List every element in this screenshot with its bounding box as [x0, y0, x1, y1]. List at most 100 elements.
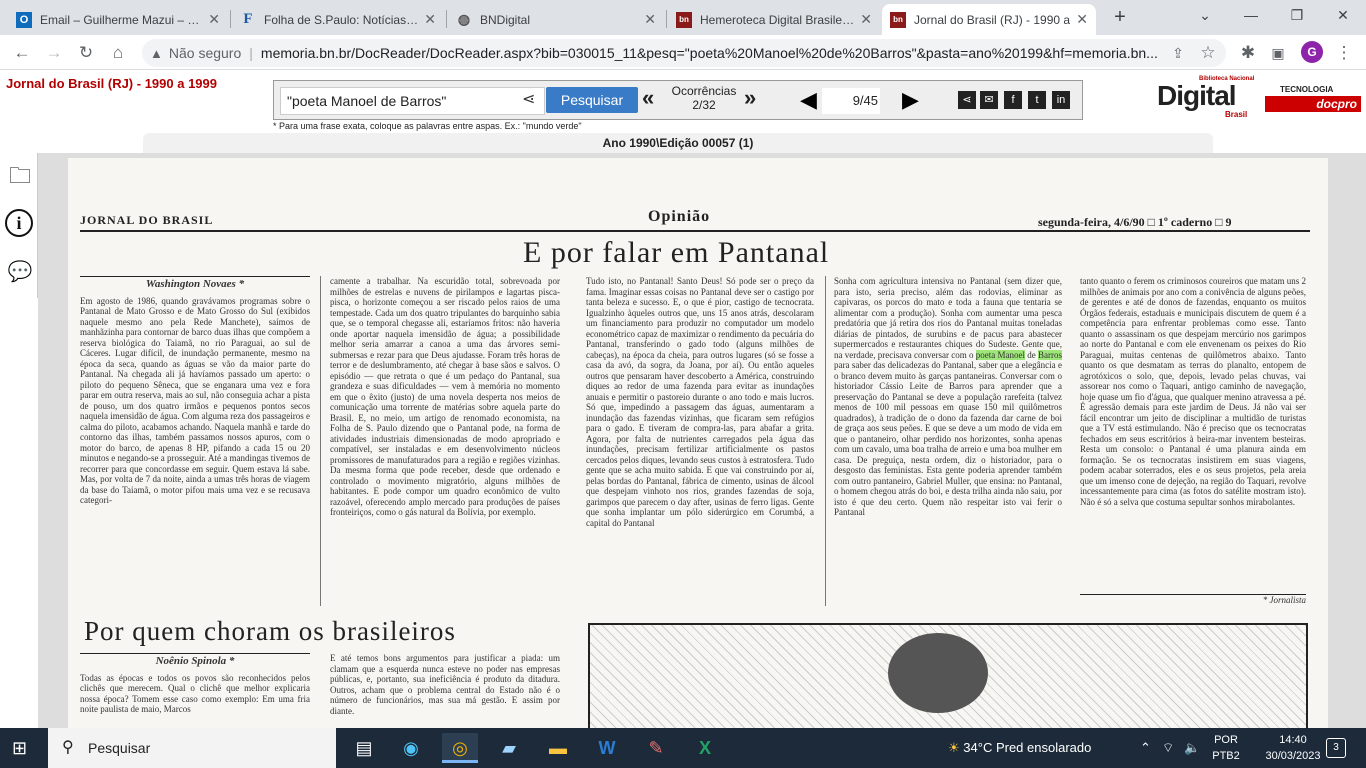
- tab-title: Email – Guilherme Mazui – Ou: [40, 12, 203, 27]
- twitter-icon[interactable]: t: [1028, 91, 1046, 109]
- next-occurrence-icon[interactable]: »: [744, 85, 756, 111]
- search-highlight[interactable]: poeta Manoel: [975, 349, 1025, 360]
- clock-date: 30/03/2023: [1265, 750, 1321, 762]
- section-title: Opinião: [648, 208, 711, 225]
- windows-taskbar: ⊞ ⚲ Pesquisar ▤ ◉ ◎ ▰ ▬ W ✎ X ☀ 34°C Pre…: [0, 728, 1366, 768]
- column-text: Tudo isto, no Pantanal! Santo Deus! Só p…: [586, 276, 814, 528]
- tab-hemeroteca[interactable]: bn Hemeroteca Digital Brasileira ✕: [668, 4, 880, 35]
- logo-small: Biblioteca Nacional: [1199, 76, 1255, 82]
- page-date: segunda-feira, 4/6/90 □ 1º caderno □ 9: [1038, 215, 1232, 229]
- close-icon[interactable]: ✕: [644, 11, 656, 28]
- close-window-button[interactable]: ✕: [1320, 0, 1366, 30]
- bn-icon: bn: [890, 11, 906, 28]
- author: Noênio Spinola *: [80, 653, 310, 667]
- browser-tab-bar: O Email – Guilherme Mazui – Ou ✕ F Folha…: [0, 0, 1366, 35]
- tab-bndigital[interactable]: ◍ BNDigital ✕: [448, 4, 664, 35]
- bookmark-star-icon[interactable]: ☆: [1194, 39, 1222, 67]
- newspaper-page: JORNAL DO BRASIL Opinião segunda-feira, …: [68, 158, 1328, 728]
- volume-icon[interactable]: 🔈: [1184, 728, 1200, 768]
- paint-icon[interactable]: ✎: [638, 733, 674, 763]
- minimize-button[interactable]: —: [1228, 0, 1274, 30]
- notes-icon[interactable]: ▰: [491, 733, 527, 763]
- tech-label: TECNOLOGIA: [1280, 85, 1334, 94]
- occurrences-counter: Ocorrências 2/32: [669, 84, 739, 112]
- share-icon[interactable]: ⋖: [958, 91, 976, 109]
- close-icon[interactable]: ✕: [1076, 11, 1088, 28]
- notification-badge[interactable]: 3: [1326, 738, 1346, 758]
- back-button[interactable]: ←: [8, 39, 36, 67]
- reload-button[interactable]: ↻: [72, 39, 100, 67]
- next-page-icon[interactable]: ▶: [902, 87, 919, 113]
- address-bar[interactable]: ▲ Não seguro | memoria.bn.br/DocReader/D…: [142, 39, 1226, 67]
- reader-header: Jornal do Brasil (RJ) - 1990 a 1999 "poe…: [0, 70, 1366, 134]
- facebook-icon[interactable]: f: [1004, 91, 1022, 109]
- tab-jornal-do-brasil[interactable]: bn Jornal do Brasil (RJ) - 1990 a ✕: [882, 4, 1096, 35]
- system-clock[interactable]: 14:40 30/03/2023: [1258, 732, 1328, 764]
- language-indicator[interactable]: POR PTB2: [1206, 732, 1246, 764]
- share-icon[interactable]: ⋖: [522, 89, 535, 109]
- search-highlight[interactable]: Barros: [1038, 349, 1062, 360]
- tray-chevron-icon[interactable]: ⌃: [1140, 728, 1151, 768]
- headline: E por falar em Pantanal: [523, 236, 830, 269]
- article-column: Washington Novaes * Em agosto de 1986, q…: [80, 276, 310, 606]
- page-input[interactable]: 9: [853, 93, 860, 108]
- docpro-logo[interactable]: docpro: [1265, 96, 1361, 112]
- tab-email[interactable]: O Email – Guilherme Mazui – Ou ✕: [8, 4, 228, 35]
- linkedin-icon[interactable]: in: [1052, 91, 1070, 109]
- tab-folha[interactable]: F Folha de S.Paulo: Notícias, Im ✕: [232, 4, 444, 35]
- excel-icon[interactable]: X: [687, 733, 723, 763]
- column-text: camente a trabalhar. Na escuridão total,…: [330, 276, 560, 517]
- prev-occurrence-icon[interactable]: «: [642, 85, 654, 111]
- weather-widget[interactable]: ☀ 34°C Pred ensolarado: [948, 728, 1091, 768]
- task-view-icon[interactable]: ▤: [346, 733, 382, 763]
- tab-title: Folha de S.Paulo: Notícias, Im: [264, 12, 419, 27]
- column-text: Em agosto de 1986, quando gravávamos pro…: [80, 295, 310, 506]
- search-input[interactable]: "poeta Manoel de Barros": [280, 87, 545, 115]
- close-icon[interactable]: ✕: [424, 11, 436, 28]
- maximize-button[interactable]: ❐: [1274, 0, 1320, 30]
- masthead: JORNAL DO BRASIL: [80, 213, 214, 227]
- page-indicator[interactable]: 9/45: [822, 88, 880, 114]
- url-text: memoria.bn.br/DocReader/DocReader.aspx?b…: [260, 45, 1158, 61]
- info-icon[interactable]: i: [5, 209, 33, 237]
- share-icon[interactable]: ⇪: [1164, 39, 1192, 67]
- clock-time: 14:40: [1279, 734, 1307, 746]
- column-text: * Jornalista: [1262, 595, 1306, 605]
- weather-icon: ☀: [948, 740, 960, 755]
- warning-icon[interactable]: ▲: [150, 46, 163, 61]
- journal-title: Jornal do Brasil (RJ) - 1990 a 1999: [6, 76, 217, 91]
- outlook-icon: O: [16, 11, 32, 28]
- windows-start-icon[interactable]: ⊞: [12, 738, 27, 759]
- taskbar-search[interactable]: ⚲ Pesquisar: [48, 728, 336, 768]
- chrome-icon[interactable]: ◎: [442, 733, 478, 763]
- forward-button[interactable]: →: [40, 39, 68, 67]
- new-tab-button[interactable]: +: [1108, 5, 1132, 29]
- close-icon[interactable]: ✕: [208, 11, 220, 28]
- bn-digital-logo[interactable]: Digital Biblioteca Nacional Brasil: [1157, 76, 1254, 119]
- document-viewer[interactable]: JORNAL DO BRASIL Opinião segunda-feira, …: [38, 153, 1366, 728]
- column-text: Sonha com agricultura intensiva no Panta…: [834, 276, 1062, 360]
- lang-line1: POR: [1214, 734, 1238, 746]
- prev-page-icon[interactable]: ◀: [800, 87, 817, 113]
- menu-icon[interactable]: ⋮: [1330, 39, 1358, 67]
- word-icon[interactable]: W: [589, 733, 625, 763]
- home-button[interactable]: ⌂: [104, 39, 132, 67]
- folder-icon[interactable]: 🗀: [5, 161, 35, 191]
- side-panel-icon[interactable]: ▣: [1264, 39, 1292, 67]
- email-icon[interactable]: ✉: [980, 91, 998, 109]
- edge-icon[interactable]: ◉: [393, 733, 429, 763]
- column-text: Todas as épocas e todos os povos são rec…: [80, 672, 310, 715]
- profile-avatar[interactable]: G: [1301, 41, 1323, 63]
- edition-label: Ano 1990\Edição 00057 (1): [143, 133, 1213, 153]
- tab-search-icon[interactable]: ⌄: [1182, 0, 1228, 30]
- file-explorer-icon[interactable]: ▬: [540, 733, 576, 763]
- close-icon[interactable]: ✕: [860, 11, 872, 28]
- page-total: /45: [859, 93, 878, 108]
- search-button[interactable]: Pesquisar: [546, 87, 638, 113]
- tab-title: Jornal do Brasil (RJ) - 1990 a: [914, 12, 1071, 27]
- logo-country: Brasil: [1225, 110, 1248, 119]
- wifi-icon[interactable]: ⌔: [1162, 728, 1174, 768]
- extensions-icon[interactable]: ✱: [1234, 39, 1262, 67]
- comment-icon[interactable]: 💬: [5, 257, 35, 287]
- occurrences-label: Ocorrências: [671, 84, 737, 98]
